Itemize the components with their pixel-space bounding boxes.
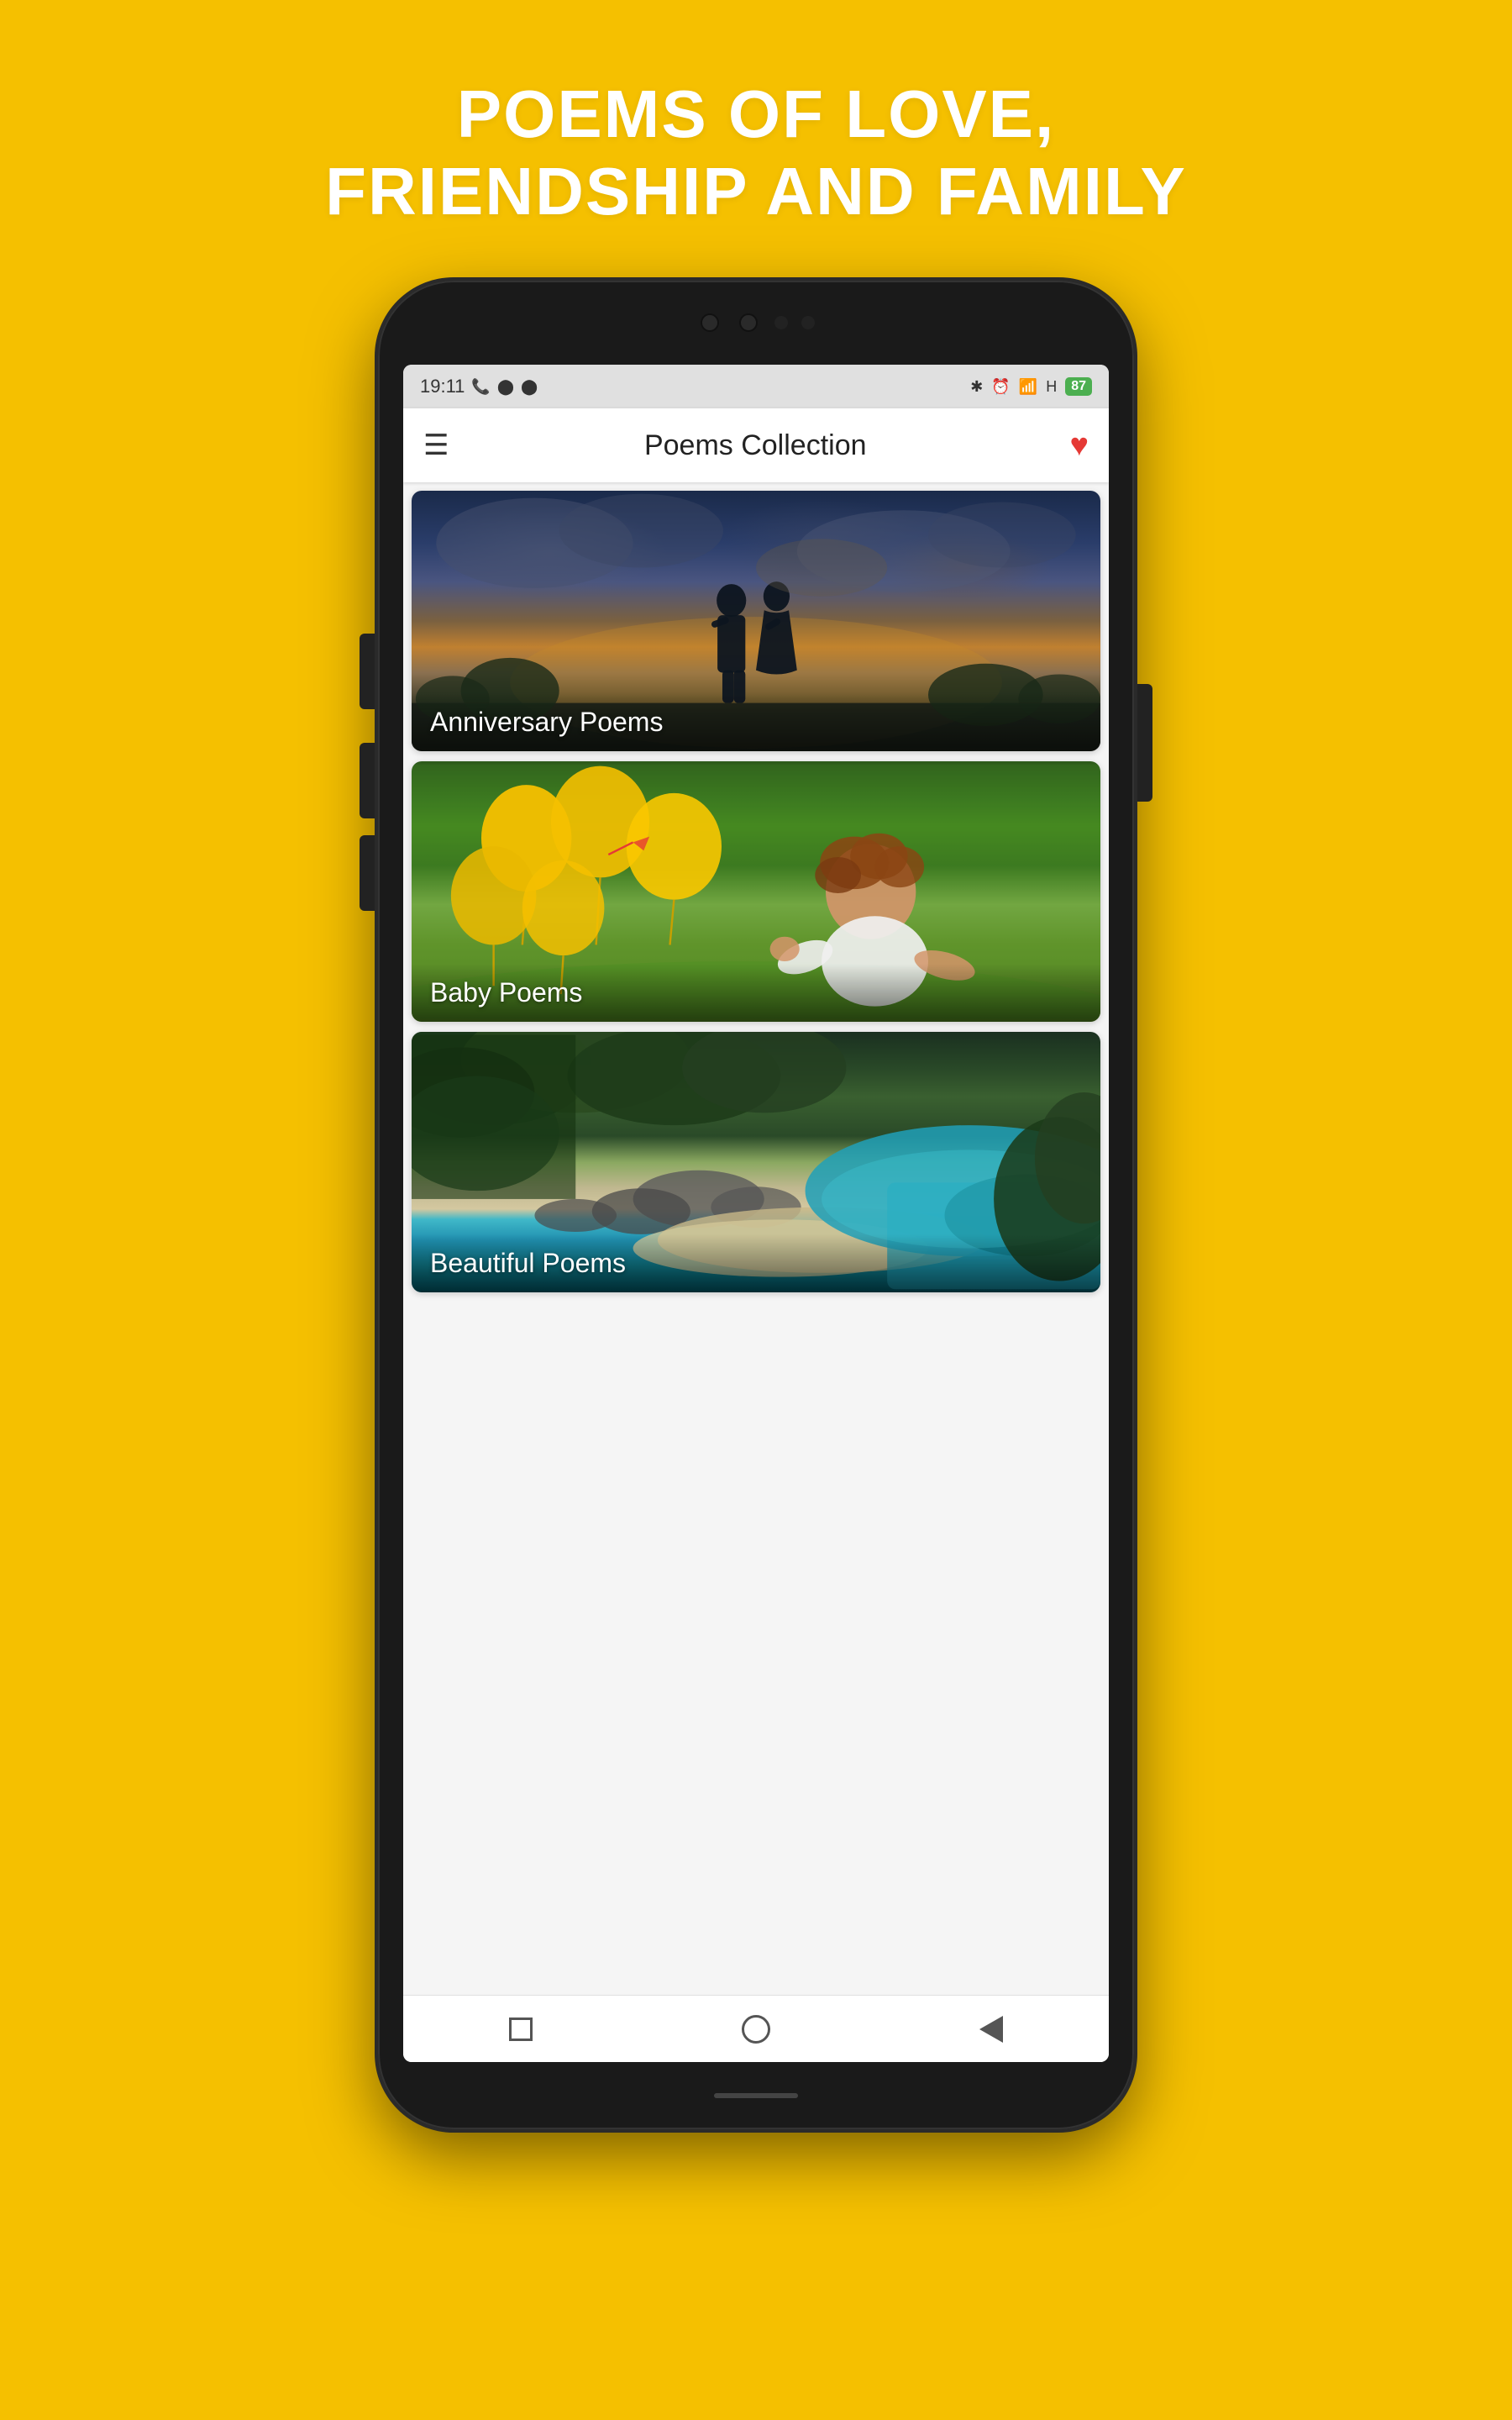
phone-screen: 19:11 📞 ⬤ ⬤ ✱ ⏰ 📶 H 87 ☰ Poems Collectio… <box>403 365 1109 2062</box>
favorite-icon[interactable]: ♥ <box>1069 428 1089 464</box>
alarm-icon: ⏰ <box>991 378 1010 396</box>
baby-card-label: Baby Poems <box>412 964 1100 1022</box>
circle-icon <box>742 2015 770 2044</box>
phone-bottom <box>378 2062 1134 2129</box>
app-bar: ☰ Poems Collection ♥ <box>403 408 1109 482</box>
content-area: Anniversary Poems <box>403 482 1109 1995</box>
phone-icon: 📞 <box>471 378 490 396</box>
page-title: POEMS OF LOVE, FRIENDSHIP AND FAMILY <box>168 76 1344 230</box>
circle-icon-2: ⬤ <box>521 378 538 396</box>
category-card-anniversary[interactable]: Anniversary Poems <box>412 491 1100 751</box>
anniversary-card-label: Anniversary Poems <box>412 693 1100 751</box>
app-title: Poems Collection <box>472 429 1038 462</box>
speaker-dot-2 <box>801 316 815 329</box>
battery-level: 87 <box>1065 377 1092 396</box>
speaker-dot-1 <box>774 316 788 329</box>
back-icon <box>979 2016 1003 2043</box>
category-card-beautiful[interactable]: Beautiful Poems <box>412 1032 1100 1292</box>
signal-icon: 📶 <box>1019 378 1037 396</box>
beautiful-label-text: Beautiful Poems <box>430 1248 626 1278</box>
network-type-icon: H <box>1046 378 1057 396</box>
bluetooth-icon: ✱ <box>970 378 983 396</box>
status-bar: 19:11 📞 ⬤ ⬤ ✱ ⏰ 📶 H 87 <box>403 365 1109 408</box>
phone-device: 19:11 📞 ⬤ ⬤ ✱ ⏰ 📶 H 87 ☰ Poems Collectio… <box>378 281 1134 2129</box>
anniversary-label-text: Anniversary Poems <box>430 707 663 737</box>
menu-icon[interactable]: ☰ <box>423 429 449 462</box>
circle-icon-1: ⬤ <box>497 378 514 396</box>
home-indicator <box>714 2093 798 2098</box>
front-camera-center <box>739 313 758 332</box>
nav-home-button[interactable] <box>734 2007 778 2051</box>
nav-square-button[interactable] <box>499 2007 543 2051</box>
status-time: 19:11 <box>420 376 465 397</box>
baby-label-text: Baby Poems <box>430 977 582 1007</box>
phone-top-bar <box>378 281 1134 365</box>
beautiful-card-label: Beautiful Poems <box>412 1234 1100 1292</box>
category-card-baby[interactable]: Baby Poems <box>412 761 1100 1022</box>
square-icon <box>509 2018 533 2041</box>
front-camera-left <box>701 313 719 332</box>
nav-back-button[interactable] <box>969 2007 1013 2051</box>
bottom-nav <box>403 1995 1109 2062</box>
